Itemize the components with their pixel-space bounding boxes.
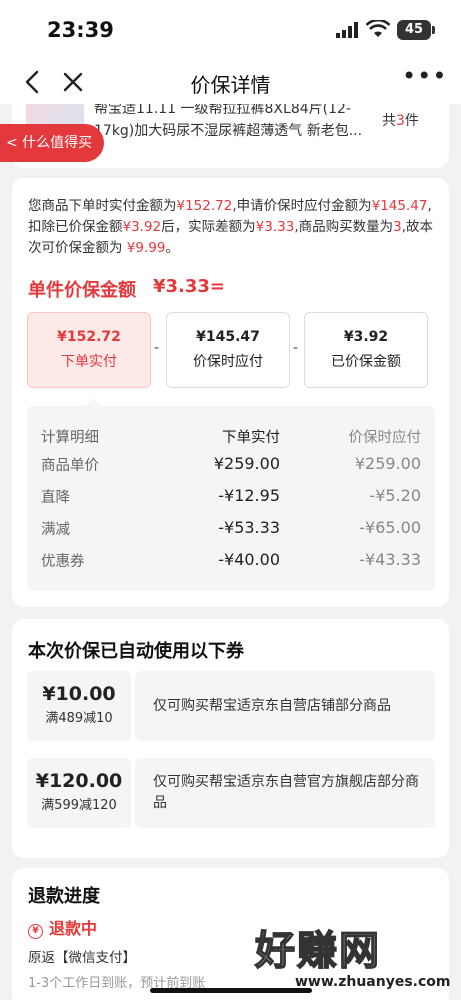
coupon-description: 仅可购买帮宝适京东自营官方旗舰店部分商品 [135, 758, 435, 828]
coupon-condition: 满489减10 [45, 711, 113, 726]
box-label: 下单实付 [61, 354, 117, 370]
home-indicator[interactable] [150, 988, 312, 993]
watermark-logo: 好赚网 www.zhuanyes.com [254, 918, 455, 998]
summary-text: 您商品下单时实付金额为¥152.72,申请价保时应付金额为¥145.47,扣除已… [28, 198, 433, 256]
signal-icon [336, 22, 358, 38]
product-title: 帮宝适11.11 一级帮拉拉裤8XL84片(12-17kg)加大码尿不湿尿裤超薄… [94, 104, 363, 139]
status-bar: 23:39 45 [0, 0, 461, 60]
tab-payable-at-protection[interactable]: ¥145.47 价保时应付 [166, 312, 290, 388]
table-row: 优惠券 -¥40.00 -¥43.33 [41, 550, 421, 570]
battery-icon: 45 [397, 20, 431, 40]
coupons-heading: 本次价保已自动使用以下券 [28, 641, 244, 662]
box-value: ¥3.92 [343, 329, 389, 345]
product-quantity: 共3件 [382, 113, 419, 129]
nav-bar: 价保详情 ••• [0, 60, 461, 104]
smzdm-return-button[interactable]: < 什么值得买 [0, 124, 104, 162]
coupon-item[interactable]: ¥10.00 满489减10 仅可购买帮宝适京东自营店铺部分商品 [27, 671, 435, 741]
coupon-item[interactable]: ¥120.00 满599减120 仅可购买帮宝适京东自营官方旗舰店部分商品 [27, 758, 435, 828]
yuan-circle-icon: ¥ [28, 924, 43, 939]
calculation-table: 计算明细 下单实付 价保时应付 商品单价 ¥259.00 ¥259.00 直降 … [27, 406, 435, 591]
tab-paid-at-order[interactable]: ¥152.72 下单实付 [27, 312, 151, 388]
unit-protection-value: ¥3.33= [153, 276, 226, 297]
coupon-condition: 满599减120 [41, 798, 117, 813]
coupons-card: 本次价保已自动使用以下券 ¥10.00 满489减10 仅可购买帮宝适京东自营店… [12, 619, 449, 858]
refund-status: ¥ 退款中 [28, 915, 97, 939]
box-label: 已价保金额 [331, 354, 401, 370]
coupon-amount: ¥120.00 [35, 770, 123, 792]
tab-already-protected[interactable]: ¥3.92 已价保金额 [304, 312, 428, 388]
status-time: 23:39 [47, 18, 114, 42]
minus-sign: - [154, 340, 160, 356]
unit-protection-label: 单件价保金额 [28, 280, 136, 301]
box-value: ¥152.72 [57, 329, 121, 345]
box-label: 价保时应付 [193, 354, 263, 370]
table-row: 直降 -¥12.95 -¥5.20 [41, 486, 421, 506]
watermark-text: 好赚网 [254, 927, 381, 975]
more-icon[interactable]: ••• [402, 64, 446, 96]
watermark-url: www.zhuanyes.com [295, 974, 451, 990]
battery-tip [432, 26, 435, 34]
table-header: 计算明细 下单实付 价保时应付 [41, 430, 421, 446]
coupon-amount-block: ¥120.00 满599减120 [27, 758, 131, 828]
coupon-amount: ¥10.00 [42, 683, 116, 705]
refund-route: 原返【微信支付】 [28, 950, 136, 966]
page-title: 价保详情 [190, 73, 271, 97]
minus-sign: - [293, 340, 299, 356]
coupon-amount-block: ¥10.00 满489减10 [27, 671, 131, 741]
wifi-icon [366, 20, 390, 37]
refund-heading: 退款进度 [28, 886, 100, 907]
table-row: 商品单价 ¥259.00 ¥259.00 [41, 454, 421, 474]
table-row: 满减 -¥53.33 -¥65.00 [41, 518, 421, 538]
price-protection-card: 您商品下单时实付金额为¥152.72,申请价保时应付金额为¥145.47,扣除已… [12, 178, 449, 607]
coupon-description: 仅可购买帮宝适京东自营店铺部分商品 [135, 671, 435, 741]
box-value: ¥145.47 [196, 329, 260, 345]
